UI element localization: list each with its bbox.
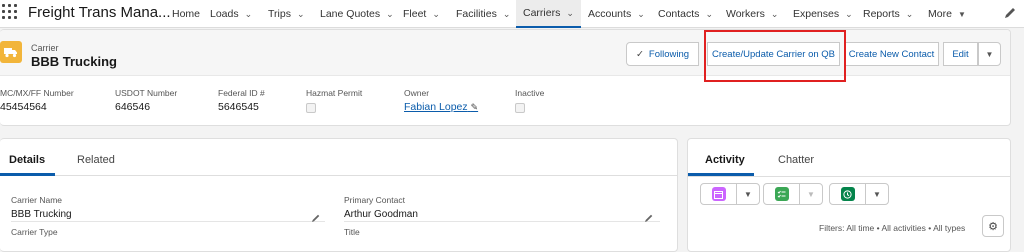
nav-tab-contacts[interactable]: Contacts ⌄	[658, 0, 713, 28]
truck-icon	[0, 41, 22, 63]
record-title: BBB Trucking	[31, 54, 117, 69]
field-inactive: Inactive	[515, 88, 544, 113]
log-call-button[interactable]	[830, 184, 866, 204]
caret-down-icon: ▼	[873, 189, 881, 199]
app-launcher-icon[interactable]	[2, 4, 17, 19]
nav-tab-workers[interactable]: Workers ⌄	[726, 0, 778, 28]
gear-icon: ⚙	[988, 220, 998, 233]
tab-chatter[interactable]: Chatter	[778, 154, 814, 166]
chevron-down-icon[interactable]: ⌄	[432, 2, 440, 27]
field-carrier-name: Carrier Name BBB Trucking	[11, 195, 325, 222]
tab-related[interactable]: Related	[77, 154, 115, 166]
global-nav: Freight Trans Mana... Home Loads ⌄ Trips ⌄…	[0, 0, 1024, 28]
check-icon: ✓	[635, 48, 644, 60]
activity-filters-text: Filters: All time • All activities • All…	[819, 223, 966, 233]
field-title: Title	[344, 227, 360, 237]
edit-nav-pencil-icon[interactable]	[1003, 6, 1017, 20]
tab-activity[interactable]: Activity	[705, 154, 745, 166]
field-carrier-type: Carrier Type	[11, 227, 58, 237]
nav-tab-lane-quotes[interactable]: Lane Quotes ⌄	[320, 0, 394, 28]
new-event-button[interactable]	[701, 184, 737, 204]
active-tab-indicator	[0, 173, 55, 176]
record-header: Carrier BBB Trucking ✓ Following Create/…	[0, 29, 1011, 126]
tab-details[interactable]: Details	[9, 154, 45, 166]
divider	[11, 221, 325, 222]
owner-link[interactable]: Fabian Lopez ✎	[404, 101, 478, 113]
caret-down-icon: ▼	[807, 189, 815, 199]
new-task-button[interactable]	[764, 184, 800, 204]
nav-tab-facilities[interactable]: Facilities ⌄	[456, 0, 510, 28]
inactive-checkbox	[515, 103, 525, 113]
new-event-dropdown-button[interactable]: ▼	[737, 184, 759, 204]
field-mc-number: MC/MX/FF Number 45454564	[0, 88, 74, 113]
chevron-down-icon[interactable]: ⌄	[386, 2, 394, 27]
hazmat-permit-checkbox	[306, 103, 316, 113]
clock-icon	[840, 187, 855, 201]
divider	[688, 176, 1010, 177]
nav-tab-expenses[interactable]: Expenses ⌄	[793, 0, 853, 28]
field-primary-contact: Primary Contact Arthur Goodman	[344, 195, 660, 222]
nav-tab-fleet[interactable]: Fleet ⌄	[403, 0, 440, 28]
field-usdot-number: USDOT Number 646546	[115, 88, 178, 113]
field-owner: Owner Fabian Lopez ✎	[404, 88, 479, 113]
nav-tab-home[interactable]: Home	[172, 0, 200, 28]
edit-primary-contact-pencil-icon[interactable]	[644, 213, 654, 223]
chevron-down-icon[interactable]: ⌄	[566, 1, 574, 26]
change-owner-icon[interactable]: ✎	[471, 102, 479, 112]
create-new-contact-button[interactable]: Create New Contact	[844, 42, 939, 66]
divider	[344, 221, 660, 222]
task-list-icon	[774, 187, 789, 201]
caret-down-icon[interactable]: ▼	[958, 2, 966, 27]
annotation-highlight-box	[704, 30, 846, 82]
caret-down-icon: ▼	[985, 49, 994, 59]
edit-button[interactable]: Edit	[943, 42, 978, 66]
details-tabs: Details Related	[0, 139, 677, 176]
more-actions-button[interactable]: ▼	[978, 42, 1001, 66]
chevron-down-icon[interactable]: ⌄	[503, 2, 511, 27]
field-hazmat-permit: Hazmat Permit	[306, 88, 362, 113]
new-task-dropdown-button[interactable]: ▼	[800, 184, 822, 204]
chevron-down-icon[interactable]: ⌄	[245, 2, 253, 27]
new-task-button-group: ▼	[763, 183, 823, 205]
log-call-button-group: ▼	[829, 183, 889, 205]
record-type-label: Carrier	[31, 43, 59, 53]
chevron-down-icon[interactable]: ⌄	[771, 2, 779, 27]
record-header-highlights: Carrier BBB Trucking ✓ Following Create/…	[0, 30, 1010, 76]
field-federal-id: Federal ID # 5646545	[218, 88, 265, 113]
nav-tab-more[interactable]: More ▼	[928, 0, 966, 28]
log-call-dropdown-button[interactable]: ▼	[866, 184, 888, 204]
calendar-icon	[711, 187, 726, 201]
details-panel: Details Related Carrier Name BBB Truckin…	[0, 138, 678, 252]
chevron-down-icon[interactable]: ⌄	[297, 2, 305, 27]
nav-tab-accounts[interactable]: Accounts ⌄	[588, 0, 645, 28]
edit-carrier-name-pencil-icon[interactable]	[311, 213, 321, 223]
chevron-down-icon[interactable]: ⌄	[637, 2, 645, 27]
new-event-button-group: ▼	[700, 183, 760, 205]
app-name: Freight Trans Mana...	[28, 4, 171, 21]
chevron-down-icon[interactable]: ⌄	[705, 2, 713, 27]
following-label: Following	[648, 48, 690, 60]
nav-tab-loads[interactable]: Loads ⌄	[210, 0, 252, 28]
chevron-down-icon[interactable]: ⌄	[845, 2, 853, 27]
activity-settings-button[interactable]: ⚙	[982, 215, 1004, 237]
activity-panel: Activity Chatter ▼ ▼ ▼ Filters: All time…	[687, 138, 1011, 252]
nav-tab-reports[interactable]: Reports ⌄	[863, 0, 913, 28]
caret-down-icon: ▼	[744, 189, 752, 199]
nav-tab-carriers[interactable]: Carriers ⌄	[516, 0, 581, 28]
chevron-down-icon[interactable]: ⌄	[906, 2, 914, 27]
nav-tab-trips[interactable]: Trips ⌄	[268, 0, 305, 28]
following-button[interactable]: ✓ Following	[626, 42, 699, 66]
